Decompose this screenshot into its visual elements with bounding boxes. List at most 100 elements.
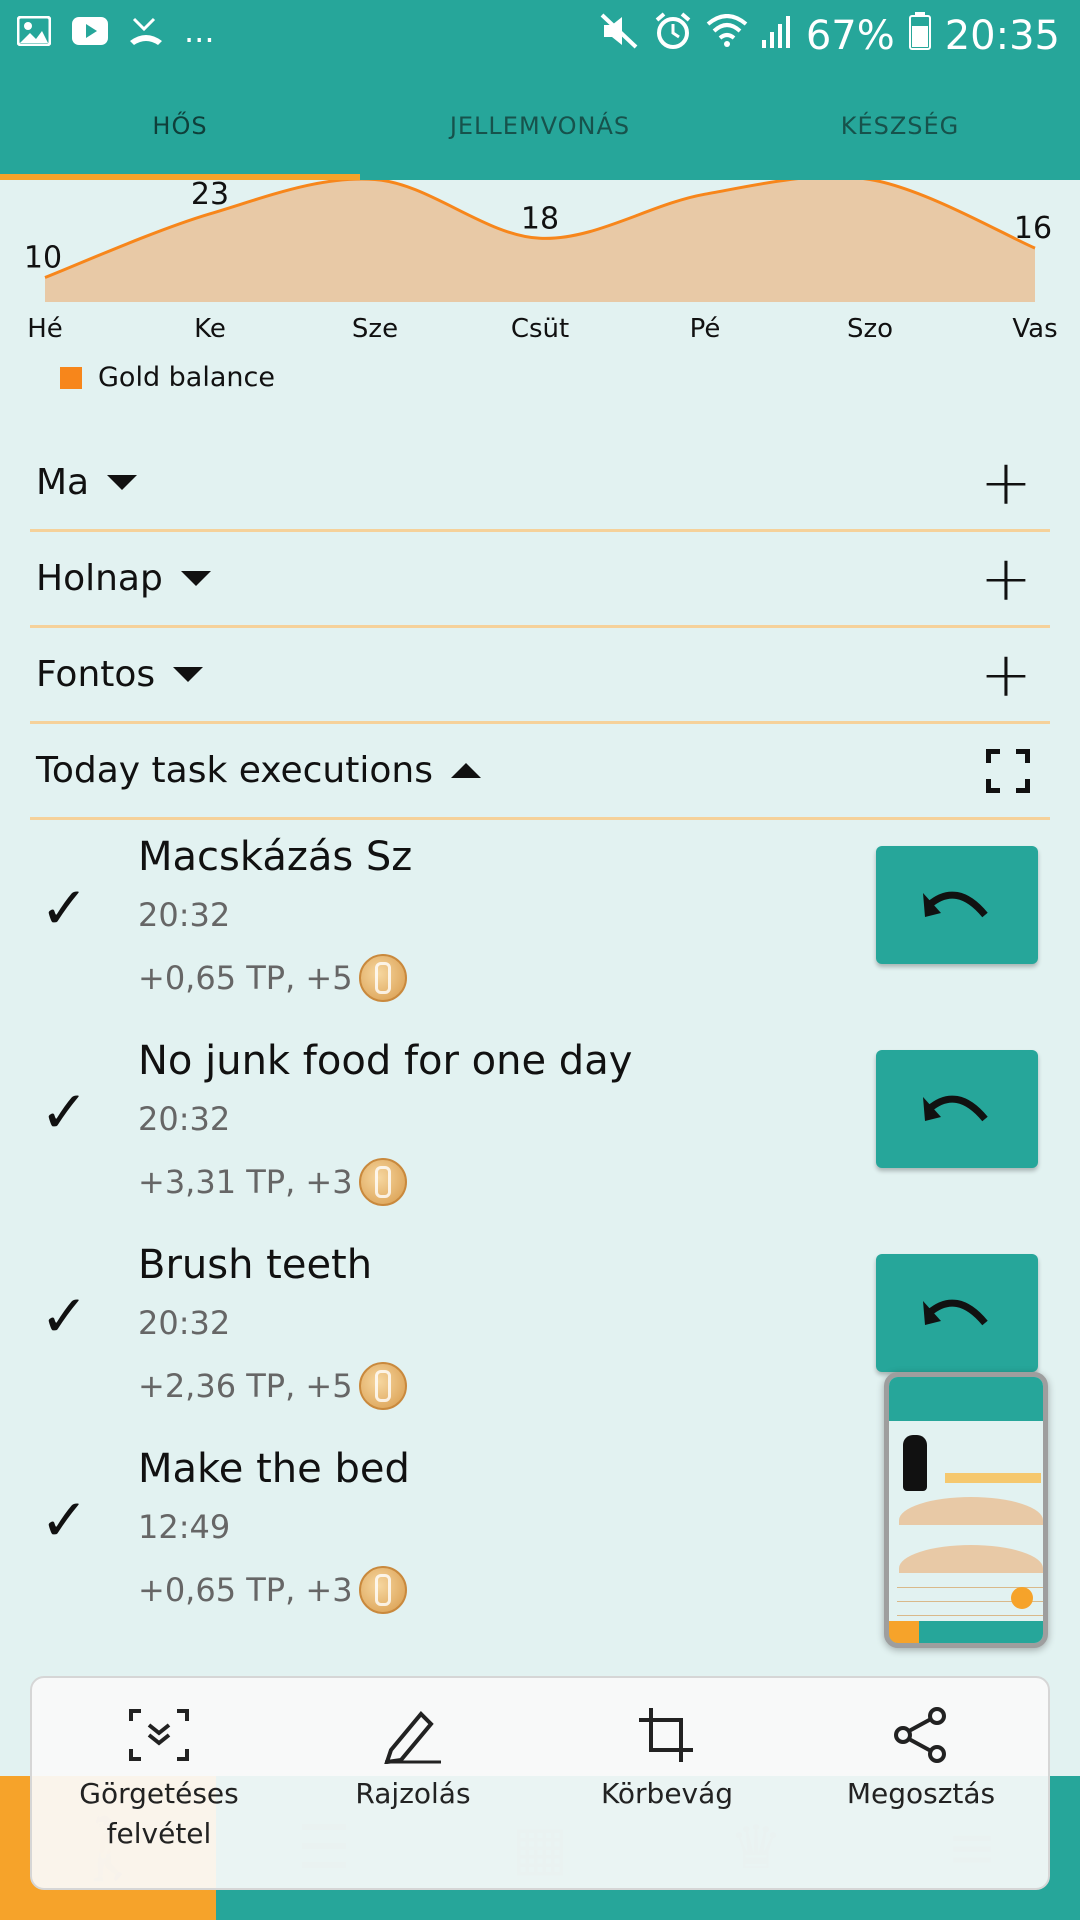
- task-title: Macskázás Sz: [138, 834, 413, 880]
- data-label: 18: [521, 201, 559, 236]
- section-executions[interactable]: Today task executions: [30, 724, 1050, 820]
- share-icon: [893, 1704, 949, 1766]
- tab-hero[interactable]: HŐS: [0, 72, 360, 180]
- section-today[interactable]: Ma +: [30, 436, 1050, 532]
- section-tomorrow[interactable]: Holnap +: [30, 532, 1050, 628]
- checkmark-icon: ✓: [40, 874, 89, 942]
- data-label: 23: [191, 180, 229, 212]
- task-time: 20:32: [138, 1304, 231, 1342]
- x-tick-label: Csüt: [511, 314, 569, 344]
- undo-button[interactable]: [876, 846, 1038, 964]
- undo-icon: [923, 1299, 988, 1326]
- draw-button[interactable]: Rajzolás: [286, 1678, 540, 1888]
- x-tick-label: Sze: [352, 314, 398, 344]
- data-label: 10: [24, 241, 62, 276]
- task-time: 20:32: [138, 1100, 231, 1138]
- checkmark-icon: ✓: [40, 1078, 89, 1146]
- task-reward: +3,31 TP, +3: [138, 1158, 407, 1206]
- data-label: 16: [1014, 211, 1052, 246]
- scroll-capture-button[interactable]: Görgetéses felvétel: [32, 1678, 286, 1888]
- tab-traits[interactable]: JELLEMVONÁS: [360, 72, 720, 180]
- thumbnail-gold-bar: [945, 1473, 1041, 1483]
- image-icon: [16, 14, 52, 48]
- task-reward-text: +2,36 TP, +5: [138, 1367, 353, 1405]
- youtube-icon: [72, 14, 108, 48]
- thumbnail-tabs: [889, 1405, 1043, 1421]
- gold-coin-icon: [358, 1566, 407, 1614]
- section-today-label: Ma: [36, 462, 90, 503]
- battery-percent: 67%: [805, 12, 895, 59]
- scroll-capture-icon: [127, 1704, 191, 1766]
- legend-swatch: [60, 366, 82, 389]
- gold-balance-chart: 10 23 18 16 Hé Ke Sze Csüt Pé Szo Vas: [0, 180, 1080, 390]
- caret-down-icon[interactable]: [107, 475, 138, 490]
- task-reward: +0,65 TP, +3: [138, 1566, 407, 1614]
- missed-call-icon: [128, 14, 164, 48]
- screenshot-thumbnail[interactable]: [884, 1372, 1048, 1648]
- thumbnail-chart: [899, 1497, 1043, 1525]
- thumbnail-bottom-nav: [889, 1621, 1043, 1643]
- task-reward-text: +3,31 TP, +3: [138, 1163, 353, 1201]
- add-icon[interactable]: +: [980, 451, 1050, 514]
- screenshot-toolbar: Görgetéses felvétel Rajzolás Körbevág Me…: [30, 1676, 1050, 1890]
- x-tick-label: Szo: [847, 314, 893, 344]
- undo-button[interactable]: [876, 1050, 1038, 1168]
- thumbnail-header: [889, 1377, 1043, 1405]
- draw-label: Rajzolás: [355, 1777, 471, 1810]
- x-tick-label: Pé: [690, 314, 721, 344]
- fullscreen-icon[interactable]: [986, 748, 1030, 793]
- share-label: Megosztás: [846, 1777, 996, 1810]
- more-notifications: ...: [184, 12, 215, 50]
- thumbnail-hero-figure: [903, 1435, 927, 1491]
- task-title: Make the bed: [138, 1446, 410, 1492]
- x-tick-label: Hé: [27, 314, 63, 344]
- task-reward-text: +0,65 TP, +3: [138, 1571, 353, 1609]
- thumbnail-divider: [897, 1615, 1043, 1616]
- section-executions-label: Today task executions: [36, 750, 433, 791]
- pencil-icon: [383, 1704, 443, 1766]
- battery-icon: [908, 12, 931, 59]
- undo-icon: [923, 891, 988, 918]
- add-icon[interactable]: +: [980, 643, 1050, 706]
- gold-coin-icon: [358, 1362, 407, 1410]
- crop-label: Körbevág: [600, 1777, 734, 1810]
- mute-icon: [600, 13, 640, 58]
- thumbnail-fab: [1011, 1587, 1033, 1609]
- signal-icon: [761, 14, 792, 57]
- scroll-capture-label: Görgetéses felvétel: [79, 1777, 239, 1850]
- x-tick-label: Ke: [194, 314, 226, 344]
- task-row: ✓ No junk food for one day 20:32 +3,31 T…: [0, 1030, 1080, 1234]
- undo-icon: [923, 1095, 988, 1122]
- task-title: No junk food for one day: [138, 1038, 633, 1084]
- checkmark-icon: ✓: [40, 1486, 89, 1554]
- x-tick-label: Vas: [1012, 314, 1057, 344]
- checkmark-icon: ✓: [40, 1282, 89, 1350]
- task-title: Brush teeth: [138, 1242, 373, 1288]
- task-time: 12:49: [138, 1508, 231, 1546]
- caret-up-icon[interactable]: [450, 763, 481, 778]
- task-row: ✓ Macskázás Sz 20:32 +0,65 TP, +5: [0, 826, 1080, 1030]
- chart-legend: Gold balance: [60, 362, 275, 393]
- section-tomorrow-label: Holnap: [36, 558, 163, 599]
- status-bar: ... 67% 20:35: [0, 0, 1080, 72]
- undo-button[interactable]: [876, 1254, 1038, 1372]
- tab-bar: HŐS JELLEMVONÁS KÉSZSÉG: [0, 72, 1080, 180]
- tab-skills[interactable]: KÉSZSÉG: [720, 72, 1080, 180]
- task-reward: +0,65 TP, +5: [138, 954, 407, 1002]
- gold-coin-icon: [358, 1158, 407, 1206]
- legend-label: Gold balance: [98, 362, 275, 393]
- add-icon[interactable]: +: [980, 547, 1050, 610]
- clock: 20:35: [944, 12, 1060, 59]
- task-time: 20:32: [138, 896, 231, 934]
- wifi-icon: [706, 14, 748, 57]
- thumbnail-chart: [899, 1545, 1043, 1573]
- chart-canvas: 10 23 18 16 Hé Ke Sze Csüt Pé Szo Vas: [24, 180, 1058, 344]
- caret-down-icon[interactable]: [180, 571, 211, 586]
- share-button[interactable]: Megosztás: [794, 1678, 1048, 1888]
- crop-icon: [637, 1704, 697, 1766]
- section-important-label: Fontos: [36, 654, 156, 695]
- crop-button[interactable]: Körbevág: [540, 1678, 794, 1888]
- section-important[interactable]: Fontos +: [30, 628, 1050, 724]
- gold-coin-icon: [358, 954, 407, 1002]
- caret-down-icon[interactable]: [173, 667, 204, 682]
